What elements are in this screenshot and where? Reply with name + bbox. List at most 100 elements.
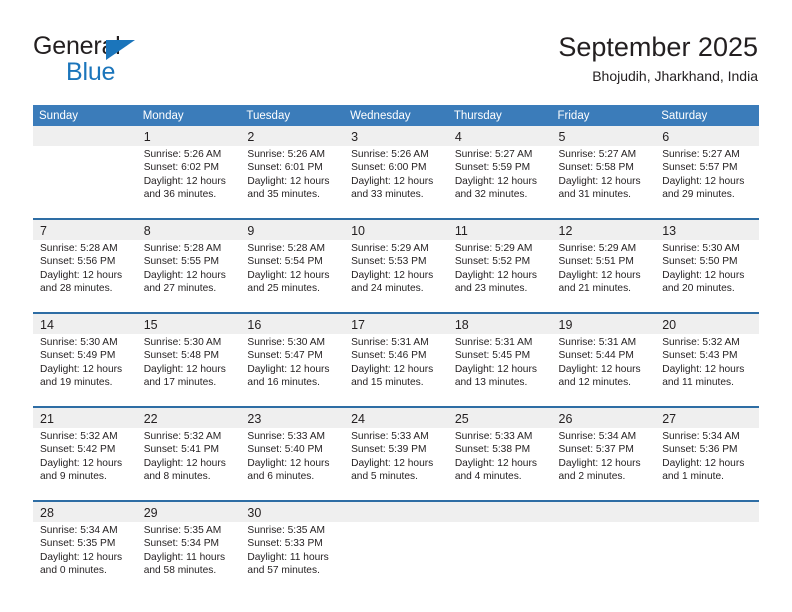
day-number[interactable]: 5	[551, 126, 656, 146]
day-detail-line: and 21 minutes.	[558, 283, 632, 295]
calendar-header-row: Sunday Monday Tuesday Wednesday Thursday…	[33, 105, 759, 126]
day-detail-line: Sunrise: 5:32 AM	[662, 337, 740, 348]
day-cell[interactable]: Sunrise: 5:30 AM Sunset: 5:50 PM Daylight:…	[655, 240, 759, 312]
day-detail-line: Daylight: 12 hours	[143, 457, 226, 469]
day-number[interactable]: 21	[33, 408, 137, 428]
day-cell[interactable]: Sunrise: 5:30 AM Sunset: 5:49 PM Daylight:…	[33, 334, 137, 406]
day-detail-line: Sunset: 6:02 PM	[143, 162, 220, 174]
day-detail-line: Sunrise: 5:27 AM	[662, 149, 740, 160]
day-number[interactable]: 30	[240, 502, 345, 522]
day-detail-line: Sunrise: 5:34 AM	[662, 431, 740, 442]
day-detail-line: Daylight: 12 hours	[351, 269, 434, 281]
day-number[interactable]: 17	[344, 314, 448, 334]
day-cell[interactable]: Sunrise: 5:32 AM Sunset: 5:41 PM Daylight:…	[136, 428, 241, 500]
day-number[interactable]: 28	[33, 502, 137, 522]
day-number[interactable]: 22	[136, 408, 241, 428]
day-number[interactable]: 12	[551, 220, 656, 240]
day-cell[interactable]: Sunrise: 5:28 AM Sunset: 5:54 PM Daylight:…	[240, 240, 345, 312]
day-number[interactable]: 16	[240, 314, 345, 334]
day-number[interactable]: 9	[240, 220, 345, 240]
day-detail-line: and 20 minutes.	[662, 283, 735, 295]
day-detail-line: Daylight: 12 hours	[40, 269, 123, 281]
day-detail-line: Daylight: 12 hours	[454, 457, 537, 469]
day-number[interactable]: 24	[344, 408, 448, 428]
day-number[interactable]: 2	[240, 126, 345, 146]
day-cell[interactable]: Sunrise: 5:29 AM Sunset: 5:52 PM Daylight:…	[447, 240, 552, 312]
calendar-page: General Blue September 2025 Bhojudih, Jh…	[0, 0, 792, 612]
day-detail-line: and 29 minutes.	[662, 189, 735, 201]
day-number[interactable]: 10	[344, 220, 448, 240]
day-cell[interactable]: Sunrise: 5:34 AM Sunset: 5:35 PM Daylight:…	[33, 522, 137, 594]
day-cell[interactable]: Sunrise: 5:28 AM Sunset: 5:55 PM Daylight:…	[136, 240, 241, 312]
day-number[interactable]: 23	[240, 408, 345, 428]
day-cell[interactable]: Sunrise: 5:31 AM Sunset: 5:46 PM Daylight:…	[344, 334, 448, 406]
day-cell[interactable]: Sunrise: 5:30 AM Sunset: 5:48 PM Daylight:…	[136, 334, 241, 406]
day-detail-line: and 6 minutes.	[247, 471, 315, 483]
week-detail-row: Sunrise: 5:26 AM Sunset: 6:02 PM Daylight:…	[33, 146, 759, 218]
day-number[interactable]: 6	[655, 126, 759, 146]
page-header: General Blue September 2025 Bhojudih, Jh…	[0, 0, 792, 104]
day-detail-line: and 4 minutes.	[454, 471, 522, 483]
day-number[interactable]: 25	[447, 408, 552, 428]
day-detail-line: Daylight: 12 hours	[351, 457, 434, 469]
day-number[interactable]: 8	[136, 220, 241, 240]
day-detail-line: Sunrise: 5:31 AM	[454, 337, 533, 348]
day-cell[interactable]: Sunrise: 5:30 AM Sunset: 5:47 PM Daylight:…	[240, 334, 345, 406]
day-number[interactable]: 3	[344, 126, 448, 146]
day-number[interactable]: 4	[447, 126, 552, 146]
day-cell[interactable]: Sunrise: 5:31 AM Sunset: 5:45 PM Daylight:…	[447, 334, 552, 406]
day-cell[interactable]: Sunrise: 5:27 AM Sunset: 5:58 PM Daylight:…	[551, 146, 656, 218]
day-number[interactable]: 1	[136, 126, 241, 146]
day-number[interactable]: 14	[33, 314, 137, 334]
general-blue-logo[interactable]: General Blue	[33, 32, 243, 88]
day-detail-line: Sunrise: 5:35 AM	[143, 525, 222, 536]
day-detail-line: and 15 minutes.	[351, 377, 424, 389]
week-detail-row: Sunrise: 5:32 AM Sunset: 5:42 PM Daylight:…	[33, 428, 759, 500]
day-detail-line: Daylight: 12 hours	[143, 175, 226, 187]
day-number[interactable]: 27	[655, 408, 759, 428]
day-number[interactable]: 19	[551, 314, 656, 334]
day-detail-line: Daylight: 12 hours	[558, 269, 641, 281]
day-cell[interactable]: Sunrise: 5:28 AM Sunset: 5:56 PM Daylight:…	[33, 240, 137, 312]
week-detail-row: Sunrise: 5:34 AM Sunset: 5:35 PM Daylight:…	[33, 522, 759, 594]
day-detail-line: Daylight: 12 hours	[40, 457, 123, 469]
triangle-icon	[106, 40, 135, 60]
day-number[interactable]: 15	[136, 314, 241, 334]
day-cell[interactable]: Sunrise: 5:33 AM Sunset: 5:40 PM Daylight:…	[240, 428, 345, 500]
day-number[interactable]: 13	[655, 220, 759, 240]
day-cell[interactable]: Sunrise: 5:29 AM Sunset: 5:53 PM Daylight:…	[344, 240, 448, 312]
weekday-header-wednesday: Wednesday	[344, 105, 448, 126]
day-cell[interactable]: Sunrise: 5:33 AM Sunset: 5:39 PM Daylight:…	[344, 428, 448, 500]
day-cell[interactable]: Sunrise: 5:34 AM Sunset: 5:37 PM Daylight:…	[551, 428, 656, 500]
day-number[interactable]: 11	[447, 220, 552, 240]
day-detail-line: Sunset: 6:01 PM	[247, 162, 323, 174]
day-cell[interactable]: Sunrise: 5:27 AM Sunset: 5:57 PM Daylight:…	[655, 146, 759, 218]
day-number[interactable]: 20	[655, 314, 759, 334]
week-daynumber-row: 7 8 9 10 11 12 13	[33, 220, 759, 240]
day-detail-line: Sunrise: 5:33 AM	[454, 431, 533, 442]
day-cell[interactable]: Sunrise: 5:27 AM Sunset: 5:59 PM Daylight:…	[447, 146, 552, 218]
weekday-header-friday: Friday	[551, 105, 656, 126]
day-cell[interactable]: Sunrise: 5:26 AM Sunset: 6:02 PM Daylight:…	[136, 146, 241, 218]
day-detail-line: Sunset: 5:54 PM	[247, 256, 323, 268]
day-cell[interactable]: Sunrise: 5:34 AM Sunset: 5:36 PM Daylight:…	[655, 428, 759, 500]
day-detail-line: Daylight: 12 hours	[351, 175, 434, 187]
day-cell[interactable]: Sunrise: 5:32 AM Sunset: 5:43 PM Daylight:…	[655, 334, 759, 406]
day-cell[interactable]: Sunrise: 5:29 AM Sunset: 5:51 PM Daylight:…	[551, 240, 656, 312]
day-number[interactable]: 7	[33, 220, 137, 240]
day-number[interactable]: 29	[136, 502, 241, 522]
day-detail-line: and 9 minutes.	[40, 471, 107, 483]
page-subtitle: Bhojudih, Jharkhand, India	[592, 68, 758, 84]
day-cell[interactable]: Sunrise: 5:26 AM Sunset: 6:00 PM Daylight:…	[344, 146, 448, 218]
day-cell[interactable]: Sunrise: 5:26 AM Sunset: 6:01 PM Daylight:…	[240, 146, 345, 218]
day-number[interactable]: 18	[447, 314, 552, 334]
day-detail-line: Sunset: 5:43 PM	[662, 350, 738, 362]
day-cell[interactable]: Sunrise: 5:32 AM Sunset: 5:42 PM Daylight:…	[33, 428, 137, 500]
day-cell[interactable]: Sunrise: 5:35 AM Sunset: 5:34 PM Daylight:…	[136, 522, 241, 594]
day-number[interactable]: 26	[551, 408, 656, 428]
day-detail-line: Sunset: 5:45 PM	[454, 350, 531, 362]
day-cell[interactable]: Sunrise: 5:35 AM Sunset: 5:33 PM Daylight:…	[240, 522, 345, 594]
day-detail-line: and 27 minutes.	[143, 283, 217, 295]
day-cell[interactable]: Sunrise: 5:31 AM Sunset: 5:44 PM Daylight:…	[551, 334, 656, 406]
day-cell[interactable]: Sunrise: 5:33 AM Sunset: 5:38 PM Daylight:…	[447, 428, 552, 500]
